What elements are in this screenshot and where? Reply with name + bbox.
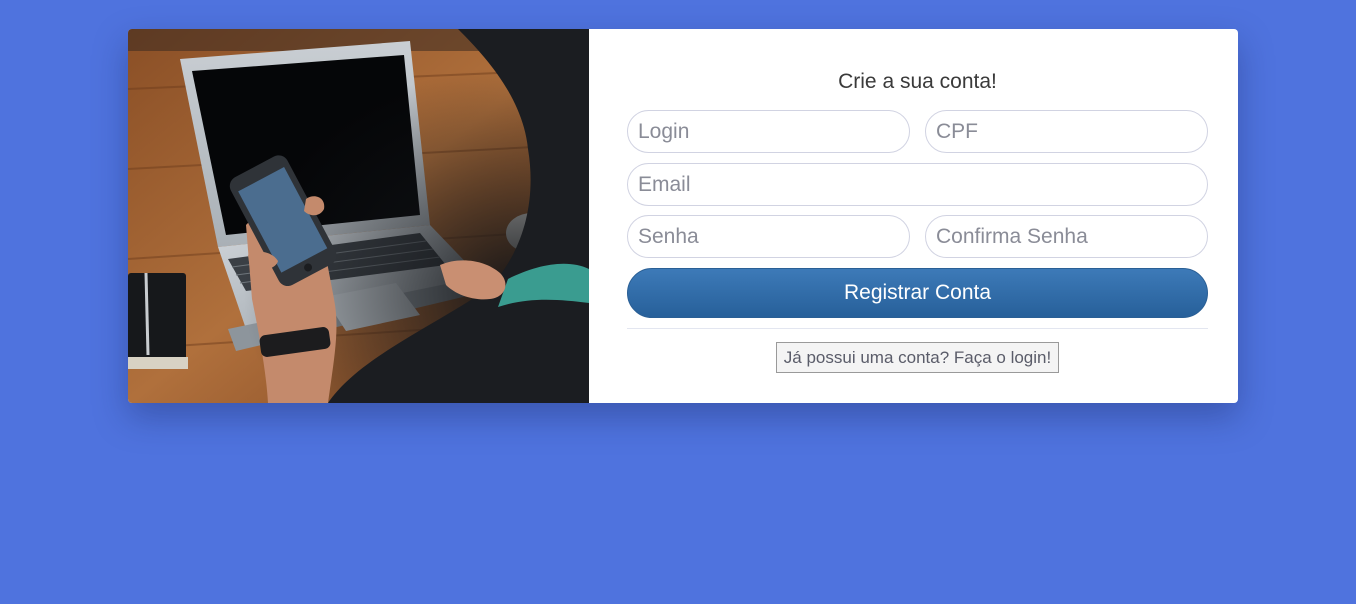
login-input[interactable] (627, 110, 910, 153)
password-input[interactable] (627, 215, 910, 258)
register-form: Crie a sua conta! Registrar Conta Já pos… (589, 29, 1238, 403)
laptop-phone-photo (128, 29, 589, 403)
hero-photo (128, 29, 589, 403)
email-input[interactable] (627, 163, 1208, 206)
register-card: Crie a sua conta! Registrar Conta Já pos… (128, 29, 1238, 403)
register-button[interactable]: Registrar Conta (627, 268, 1208, 318)
form-title: Crie a sua conta! (838, 70, 997, 93)
confirm-password-input[interactable] (925, 215, 1208, 258)
login-link[interactable]: Já possui uma conta? Faça o login! (775, 342, 1060, 373)
login-link-container: Já possui uma conta? Faça o login! (627, 342, 1208, 373)
divider (627, 328, 1208, 329)
cpf-input[interactable] (925, 110, 1208, 153)
